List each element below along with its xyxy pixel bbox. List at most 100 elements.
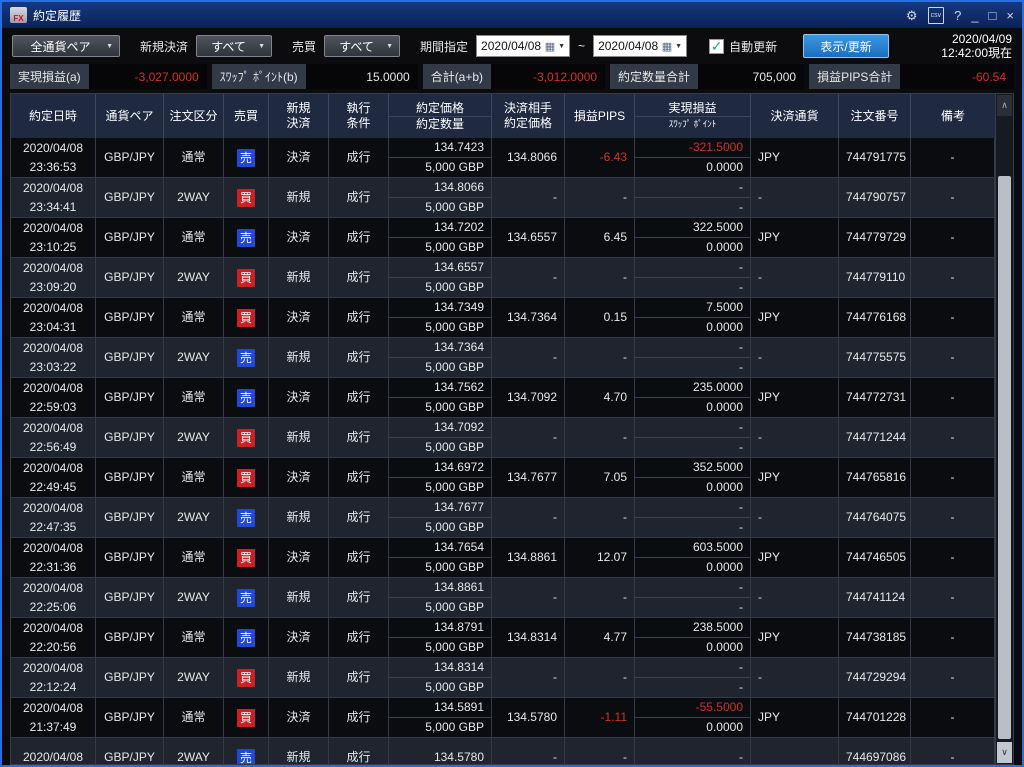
side-badge: 売 [237, 388, 255, 407]
realized-pl-value: -3,027.0000 [88, 64, 207, 89]
cell-datetime: 2020/04/08 22:56:49 [11, 418, 96, 457]
table-row[interactable]: 2020/04/08 22:20:56 GBP/JPY 通常 売 決済 成行 1… [11, 618, 995, 658]
table-row[interactable]: 2020/04/08 22:47:35 GBP/JPY 2WAY 売 新規 成行… [11, 498, 995, 538]
side-badge: 買 [237, 548, 255, 567]
table-body: 2020/04/08 23:36:53 GBP/JPY 通常 売 決済 成行 1… [11, 138, 995, 764]
currency-pair-dropdown[interactable]: 全通貨ペア ▼ [12, 35, 120, 57]
date-from-value: 2020/04/08 [481, 39, 542, 53]
new-close-dropdown[interactable]: すべて ▼ [196, 35, 273, 57]
table-row[interactable]: 2020/04/08 22:56:49 GBP/JPY 2WAY 買 新規 成行… [11, 418, 995, 458]
close-button[interactable]: × [1006, 9, 1014, 22]
current-time-line: 12:42:00現在 [941, 46, 1012, 60]
table-row[interactable]: 2020/04/08 23:04:31 GBP/JPY 通常 買 決済 成行 1… [11, 298, 995, 338]
cell-new-close: 決済 [269, 378, 329, 417]
side-badge: 売 [237, 348, 255, 367]
side-badge: 売 [237, 148, 255, 167]
cell-side: 売 [224, 618, 269, 657]
table-row[interactable]: 2020/04/08 23:34:41 GBP/JPY 2WAY 買 新規 成行… [11, 178, 995, 218]
cell-order-type: 2WAY [164, 178, 224, 217]
minimize-button[interactable]: _ [971, 9, 978, 22]
scroll-up-icon[interactable]: ∧ [997, 95, 1012, 116]
cell-datetime: 2020/04/08 23:34:41 [11, 178, 96, 217]
cell-note: - [911, 178, 995, 217]
side-badge: 売 [237, 508, 255, 527]
chevron-down-icon[interactable]: ▼ [675, 43, 682, 50]
scrollbar-thumb[interactable] [998, 176, 1011, 739]
auto-update-label: 自動更新 [729, 39, 778, 54]
cell-new-close: 決済 [269, 698, 329, 737]
cell-counter-price: 134.8314 [492, 618, 565, 657]
maximize-button[interactable]: □ [989, 9, 997, 22]
date-from-input[interactable]: 2020/04/08 ▦ ▼ [476, 35, 571, 57]
cell-exec-condition: 成行 [329, 538, 389, 577]
cell-new-close: 新規 [269, 658, 329, 697]
chevron-down-icon: ▼ [386, 42, 394, 50]
cell-realized-pl: - - [635, 578, 751, 617]
cell-side: 買 [224, 658, 269, 697]
date-to-value: 2020/04/08 [598, 39, 659, 53]
cell-new-close: 新規 [269, 738, 329, 764]
cell-exec-condition: 成行 [329, 378, 389, 417]
cell-price-qty: 134.6972 5,000 GBP [389, 458, 492, 497]
cell-datetime: 2020/04/08 22:25:06 [11, 578, 96, 617]
cell-price-qty: 134.8791 5,000 GBP [389, 618, 492, 657]
cell-exec-condition: 成行 [329, 658, 389, 697]
current-date-line: 2020/04/09 [951, 32, 1012, 46]
cell-exec-condition: 成行 [329, 618, 389, 657]
cell-side: 売 [224, 578, 269, 617]
table-row[interactable]: 2020/04/08 23:09:20 GBP/JPY 2WAY 買 新規 成行… [11, 258, 995, 298]
settings-icon[interactable]: ⚙ [906, 9, 918, 22]
calendar-icon[interactable]: ▦ [662, 40, 672, 53]
vertical-scrollbar[interactable]: ∧ ∨ [995, 94, 1013, 764]
cell-pips: - [565, 418, 635, 457]
cell-order-number: 744771244 [839, 418, 911, 457]
cell-side: 売 [224, 378, 269, 417]
cell-counter-price: - [492, 498, 565, 537]
date-to-input[interactable]: 2020/04/08 ▦ ▼ [593, 35, 688, 57]
help-button[interactable]: ? [954, 9, 961, 22]
cell-side: 買 [224, 458, 269, 497]
cell-pair: GBP/JPY [96, 618, 164, 657]
table-row[interactable]: 2020/04/08 22:25:06 GBP/JPY 2WAY 売 新規 成行… [11, 578, 995, 618]
cell-note: - [911, 498, 995, 537]
cell-pips: - [565, 578, 635, 617]
cell-note: - [911, 298, 995, 337]
refresh-button[interactable]: 表示/更新 [803, 34, 890, 58]
table-row[interactable]: 2020/04/08 23:03:22 GBP/JPY 2WAY 売 新規 成行… [11, 338, 995, 378]
table-row[interactable]: 2020/04/08 22:31:36 GBP/JPY 通常 買 決済 成行 1… [11, 538, 995, 578]
csv-export-icon[interactable]: csv [927, 6, 945, 24]
cell-order-type: 通常 [164, 458, 224, 497]
calendar-icon[interactable]: ▦ [545, 40, 555, 53]
table-row[interactable]: 2020/04/08 23:10:25 GBP/JPY 通常 売 決済 成行 1… [11, 218, 995, 258]
total-qty-value: 705,000 [698, 64, 805, 89]
cell-exec-condition: 成行 [329, 498, 389, 537]
table-row[interactable]: 2020/04/08 22:49:45 GBP/JPY 通常 買 決済 成行 1… [11, 458, 995, 498]
table-row[interactable]: 2020/04/08 22:12:24 GBP/JPY 2WAY 買 新規 成行… [11, 658, 995, 698]
table-row[interactable]: 2020/04/08 GBP/JPY 2WAY 売 新規 成行 134.5780… [11, 738, 995, 764]
swap-point-value: 15.0000 [305, 64, 418, 89]
chevron-down-icon[interactable]: ▼ [558, 43, 565, 50]
cell-settle-currency: - [751, 498, 839, 537]
cell-pair: GBP/JPY [96, 418, 164, 457]
cell-price-qty: 134.7677 5,000 GBP [389, 498, 492, 537]
cell-realized-pl: - - [635, 178, 751, 217]
cell-pair: GBP/JPY [96, 178, 164, 217]
cell-realized-pl: 238.5000 0.0000 [635, 618, 751, 657]
cell-datetime: 2020/04/08 22:20:56 [11, 618, 96, 657]
cell-new-close: 新規 [269, 258, 329, 297]
table-row[interactable]: 2020/04/08 22:59:03 GBP/JPY 通常 売 決済 成行 1… [11, 378, 995, 418]
cell-pips: - [565, 658, 635, 697]
checkbox-check-icon[interactable]: ✓ [709, 38, 725, 54]
table-row[interactable]: 2020/04/08 23:36:53 GBP/JPY 通常 売 決済 成行 1… [11, 138, 995, 178]
scroll-down-icon[interactable]: ∨ [997, 742, 1012, 763]
side-dropdown[interactable]: すべて ▼ [324, 35, 401, 57]
cell-realized-pl: -321.5000 0.0000 [635, 138, 751, 177]
table-row[interactable]: 2020/04/08 21:37:49 GBP/JPY 通常 買 決済 成行 1… [11, 698, 995, 738]
auto-update-checkbox-wrap[interactable]: ✓ 自動更新 [709, 38, 777, 55]
cell-realized-pl: - - [635, 658, 751, 697]
cell-datetime: 2020/04/08 23:04:31 [11, 298, 96, 337]
cell-order-number: 744729294 [839, 658, 911, 697]
cell-note: - [911, 138, 995, 177]
side-badge: 買 [237, 268, 255, 287]
swap-point-label: ｽﾜｯﾌﾟ ﾎﾟｲﾝﾄ(b) [211, 64, 306, 89]
